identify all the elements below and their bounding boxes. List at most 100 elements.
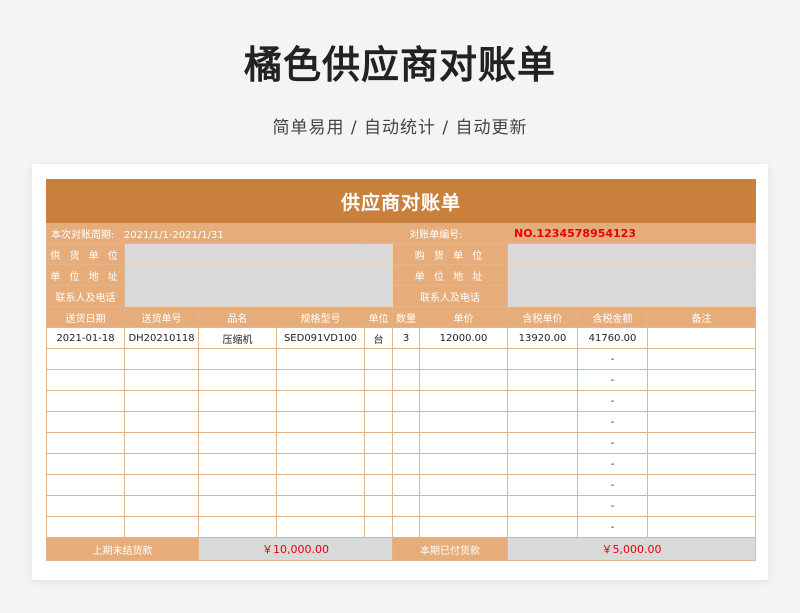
table-cell[interactable]: - (577, 474, 648, 496)
table-cell[interactable] (46, 453, 125, 475)
table-cell[interactable] (392, 474, 420, 496)
table-cell[interactable] (46, 516, 125, 538)
table-cell[interactable] (276, 474, 365, 496)
table-cell[interactable] (507, 390, 578, 412)
table-cell[interactable] (124, 453, 199, 475)
table-cell[interactable] (364, 432, 393, 454)
table-cell[interactable] (507, 516, 578, 538)
supplier-field[interactable] (124, 243, 393, 265)
table-cell[interactable]: 13920.00 (507, 327, 578, 349)
table-cell[interactable] (364, 516, 393, 538)
table-cell[interactable] (646, 411, 757, 433)
table-cell[interactable] (419, 453, 508, 475)
table-cell[interactable] (276, 453, 365, 475)
table-cell[interactable]: 12000.00 (419, 327, 508, 349)
table-cell[interactable] (646, 369, 757, 391)
supplier-contact-field[interactable] (124, 285, 393, 307)
table-cell[interactable] (646, 474, 757, 496)
table-cell[interactable] (46, 432, 125, 454)
table-cell[interactable] (198, 411, 277, 433)
table-cell[interactable] (419, 474, 508, 496)
table-cell[interactable] (46, 348, 125, 370)
table-cell[interactable]: SED091VD100 (276, 327, 365, 349)
table-cell[interactable] (276, 390, 365, 412)
table-cell[interactable] (392, 432, 420, 454)
table-cell[interactable]: - (577, 495, 648, 517)
table-cell[interactable] (124, 369, 199, 391)
table-cell[interactable] (364, 369, 393, 391)
table-cell[interactable] (124, 495, 199, 517)
table-cell[interactable] (646, 495, 757, 517)
table-cell[interactable] (46, 390, 125, 412)
table-cell[interactable] (646, 390, 757, 412)
table-cell[interactable] (198, 432, 277, 454)
table-cell[interactable] (646, 432, 757, 454)
table-cell[interactable] (507, 495, 578, 517)
buyer-field[interactable] (506, 243, 757, 265)
table-cell[interactable] (646, 327, 757, 349)
supplier-address-field[interactable] (124, 264, 393, 286)
table-cell[interactable] (419, 432, 508, 454)
table-cell[interactable] (276, 516, 365, 538)
table-cell[interactable] (392, 495, 420, 517)
table-cell[interactable] (198, 453, 277, 475)
table-cell[interactable] (198, 495, 277, 517)
table-cell[interactable] (392, 348, 420, 370)
table-cell[interactable] (392, 453, 420, 475)
table-cell[interactable]: - (577, 411, 648, 433)
table-cell[interactable]: - (577, 369, 648, 391)
table-cell[interactable] (507, 411, 578, 433)
table-cell[interactable] (124, 432, 199, 454)
table-cell[interactable] (198, 390, 277, 412)
table-cell[interactable] (364, 348, 393, 370)
table-cell[interactable] (507, 348, 578, 370)
table-cell[interactable] (198, 516, 277, 538)
table-cell[interactable] (419, 348, 508, 370)
table-cell[interactable] (46, 411, 125, 433)
table-cell[interactable] (419, 390, 508, 412)
table-cell[interactable] (276, 411, 365, 433)
table-cell[interactable] (419, 411, 508, 433)
table-cell[interactable] (507, 432, 578, 454)
table-cell[interactable] (124, 390, 199, 412)
table-cell[interactable] (46, 474, 125, 496)
table-cell[interactable] (276, 348, 365, 370)
table-cell[interactable]: DH20210118 (124, 327, 199, 349)
table-cell[interactable] (507, 369, 578, 391)
table-cell[interactable] (364, 390, 393, 412)
table-cell[interactable]: - (577, 348, 648, 370)
table-cell[interactable] (124, 474, 199, 496)
table-cell[interactable]: 41760.00 (577, 327, 648, 349)
table-cell[interactable] (198, 348, 277, 370)
table-cell[interactable] (276, 495, 365, 517)
table-cell[interactable] (507, 453, 578, 475)
table-cell[interactable] (124, 411, 199, 433)
table-cell[interactable]: 压缩机 (198, 327, 277, 349)
table-cell[interactable]: 2021-01-18 (46, 327, 125, 349)
table-cell[interactable] (198, 474, 277, 496)
table-cell[interactable] (198, 369, 277, 391)
table-cell[interactable]: 3 (392, 327, 420, 349)
table-cell[interactable] (392, 411, 420, 433)
table-cell[interactable] (646, 348, 757, 370)
table-cell[interactable]: - (577, 516, 648, 538)
table-cell[interactable] (124, 516, 199, 538)
table-cell[interactable] (276, 432, 365, 454)
table-cell[interactable] (364, 474, 393, 496)
table-cell[interactable] (364, 411, 393, 433)
table-cell[interactable] (646, 453, 757, 475)
table-cell[interactable] (392, 390, 420, 412)
table-cell[interactable] (364, 453, 393, 475)
table-cell[interactable] (419, 516, 508, 538)
table-cell[interactable] (124, 348, 199, 370)
table-cell[interactable] (507, 474, 578, 496)
table-cell[interactable] (46, 495, 125, 517)
table-cell[interactable] (419, 495, 508, 517)
table-cell[interactable] (392, 369, 420, 391)
table-cell[interactable] (364, 495, 393, 517)
table-cell[interactable]: - (577, 453, 648, 475)
table-cell[interactable]: - (577, 390, 648, 412)
table-cell[interactable] (276, 369, 365, 391)
table-cell[interactable]: 台 (364, 327, 393, 349)
table-cell[interactable] (392, 516, 420, 538)
